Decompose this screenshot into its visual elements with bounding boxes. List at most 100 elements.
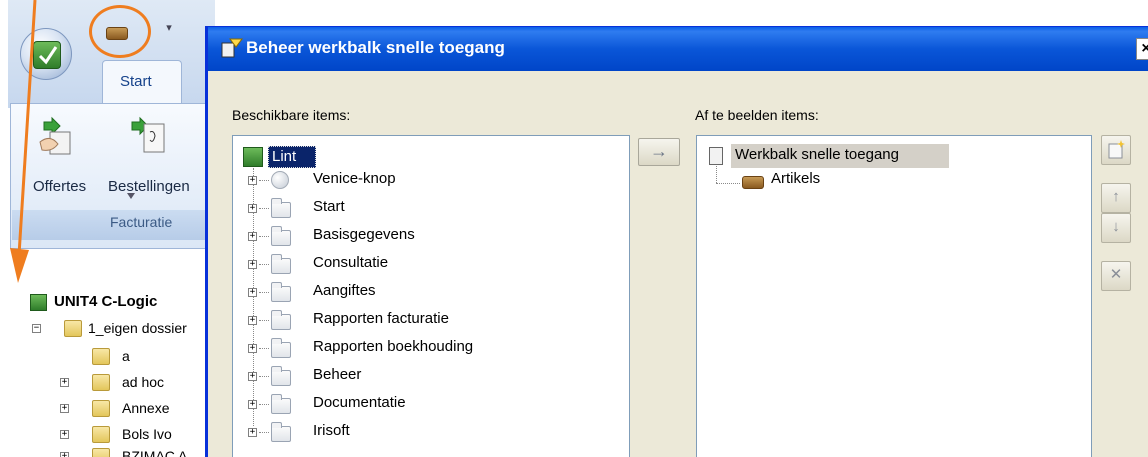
new-item-icon: [1108, 140, 1125, 159]
folder-icon: [271, 198, 291, 218]
tree-root-label: UNIT4 C-Logic: [54, 293, 158, 310]
tree-item-aangiftes[interactable]: + Aangiftes: [247, 280, 627, 306]
tree-item-label: Aangiftes: [313, 282, 376, 299]
offertes-button-label: Offertes: [33, 178, 87, 195]
folder-icon: [271, 422, 291, 442]
expand-icon[interactable]: +: [248, 260, 257, 269]
artikels-icon: [742, 176, 764, 189]
tree-item-consultatie[interactable]: + Consultatie: [247, 252, 627, 278]
globe-icon: [271, 171, 289, 189]
dialog-app-icon: [221, 38, 243, 58]
folder-icon: [271, 226, 291, 246]
tree-item-rapporten-facturatie[interactable]: + Rapporten facturatie: [247, 308, 627, 334]
move-down-button[interactable]: ↓: [1101, 213, 1131, 243]
chevron-down-icon: [127, 193, 135, 199]
tree-connector: [716, 166, 717, 183]
tree-item-label: BZIMAC A: [122, 448, 188, 457]
tree-item-label: Bols Ivo: [122, 426, 172, 442]
move-up-button[interactable]: ↑: [1101, 183, 1131, 213]
tree-item-rapporten-boekhouding[interactable]: + Rapporten boekhouding: [247, 336, 627, 362]
tree-connector: [259, 292, 269, 293]
folder-icon: [271, 254, 291, 274]
qat-highlight-circle: [89, 5, 151, 58]
tree-item-annexe[interactable]: + Annexe: [30, 399, 215, 419]
folder-icon: [271, 338, 291, 358]
close-button[interactable]: ×: [1136, 38, 1148, 60]
tree-connector: [259, 320, 269, 321]
ribbon-group-label: Facturatie: [110, 214, 173, 230]
dialog-titlebar[interactable]: Beheer werkbalk snelle toegang ×: [208, 27, 1148, 71]
tree-connector: [259, 236, 269, 237]
offertes-icon: [39, 116, 71, 155]
tree-item-label: Consultatie: [313, 254, 389, 271]
tree-item-bzimac[interactable]: + BZIMAC A: [30, 447, 215, 457]
tree-item-label: Lint: [272, 148, 297, 165]
tree-item-ad-hoc[interactable]: + ad hoc: [30, 373, 215, 393]
add-item-arrow-button[interactable]: →: [638, 138, 680, 166]
tree-connector: [259, 180, 269, 181]
expand-icon[interactable]: +: [248, 176, 257, 185]
expand-icon[interactable]: +: [60, 404, 69, 413]
tree-item-label: Annexe: [122, 400, 170, 416]
tree-item-werkbalk-snelle-toegang[interactable]: Werkbalk snelle toegang: [731, 144, 949, 168]
tree-item-label: Werkbalk snelle toegang: [735, 146, 899, 163]
tree-item-start[interactable]: + Start: [247, 196, 627, 222]
c-logic-logo-icon: [33, 41, 61, 69]
bestellingen-button-label: Bestellingen: [108, 178, 190, 195]
tree-item-basisgegevens[interactable]: + Basisgegevens: [247, 224, 627, 250]
lint-icon: [243, 147, 263, 167]
tree-item-label: Documentatie: [313, 394, 406, 411]
folder-icon: [271, 366, 291, 386]
expand-icon[interactable]: +: [248, 428, 257, 437]
expand-icon[interactable]: +: [248, 232, 257, 241]
expand-icon[interactable]: +: [248, 288, 257, 297]
folder-icon: [92, 426, 110, 443]
tab-start[interactable]: Start: [102, 60, 182, 104]
folder-icon: [271, 310, 291, 330]
tree-item-documentatie[interactable]: + Documentatie: [247, 392, 627, 418]
tree-item-label: ad hoc: [122, 374, 165, 390]
tree-item-bols-ivo[interactable]: + Bols Ivo: [30, 425, 215, 445]
tree-item-venice-knop[interactable]: + Venice-knop: [247, 168, 627, 194]
tree-connector: [259, 432, 269, 433]
available-items-label: Beschikbare items:: [232, 107, 351, 123]
tree-item-beheer[interactable]: + Beheer: [247, 364, 627, 390]
available-items-tree[interactable]: Lint + Venice-knop + Start + Basisgegeve…: [232, 135, 630, 457]
toolbar-document-icon: [709, 147, 723, 165]
collapse-icon[interactable]: −: [32, 324, 41, 333]
display-items-tree[interactable]: Werkbalk snelle toegang Artikels: [696, 135, 1092, 457]
expand-icon[interactable]: +: [60, 378, 69, 387]
tree-connector: [716, 183, 740, 184]
tree-item-label: 1_eigen dossier: [88, 320, 187, 336]
tree-item-irisoft[interactable]: + Irisoft: [247, 420, 627, 446]
qat-customize-dropdown-icon[interactable]: ▾: [163, 22, 175, 38]
expand-icon[interactable]: +: [248, 400, 257, 409]
folder-icon: [92, 374, 110, 391]
expand-icon[interactable]: +: [60, 452, 69, 457]
tree-item-eigen-dossier[interactable]: − 1_eigen dossier: [30, 319, 215, 339]
folder-icon: [271, 282, 291, 302]
expand-icon[interactable]: +: [60, 430, 69, 439]
application-window: ▾ Start Offertes Bestellingen Facturatie…: [0, 0, 215, 457]
folder-icon: [271, 394, 291, 414]
orange-arrow-annotation: [10, 0, 37, 283]
tree-connector: [259, 208, 269, 209]
customize-qat-dialog: Beheer werkbalk snelle toegang × Beschik…: [205, 26, 1148, 457]
expand-icon[interactable]: +: [248, 316, 257, 325]
expand-icon[interactable]: +: [248, 204, 257, 213]
tree-connector: [259, 404, 269, 405]
folder-icon: [92, 448, 110, 457]
expand-icon[interactable]: +: [248, 372, 257, 381]
tree-item-a[interactable]: a: [30, 347, 215, 367]
tree-item-label: a: [122, 348, 130, 364]
remove-button[interactable]: ✕: [1101, 261, 1131, 291]
tree-connector: [259, 348, 269, 349]
folder-icon: [92, 348, 110, 365]
tree-item-label: Rapporten boekhouding: [313, 338, 474, 355]
c-logic-logo-icon: [30, 294, 47, 311]
tree-item-artikels[interactable]: Artikels: [771, 170, 820, 187]
new-item-button[interactable]: [1101, 135, 1131, 165]
expand-icon[interactable]: +: [248, 344, 257, 353]
tree-item-label: Irisoft: [313, 422, 350, 439]
tree-item-lint[interactable]: Lint: [268, 146, 316, 168]
